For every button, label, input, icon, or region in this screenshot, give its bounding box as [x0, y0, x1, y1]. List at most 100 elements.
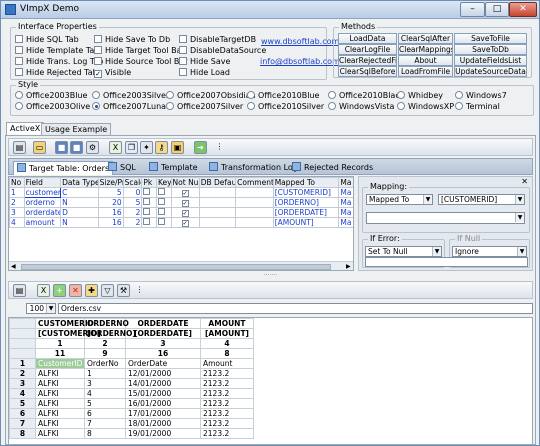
email-link[interactable]: info@dbsoftlab.com — [260, 57, 340, 66]
tab-target-table[interactable]: Target Table: Orders — [13, 161, 114, 175]
style-office2003blue-radio[interactable]: Office2003Blue — [15, 91, 87, 101]
col-header[interactable]: Ma — [338, 177, 353, 188]
open-folder-icon[interactable]: ▭ — [33, 141, 46, 154]
source-header-width[interactable]: 11 — [35, 348, 85, 359]
close-button[interactable]: ✕ — [509, 2, 537, 17]
key-icon[interactable]: ⚷ — [155, 141, 168, 154]
if-null-select[interactable]: Ignore ▼ — [452, 246, 527, 257]
table-row[interactable]: 2 orderno N 20 5 ✓ [ORDERNO] Ma — [9, 197, 353, 208]
mapping-type-select[interactable]: Mapped To ▼ — [366, 194, 433, 205]
col-header[interactable]: Pk — [141, 177, 157, 188]
mapping-expression-input[interactable]: ▼ — [366, 212, 525, 224]
source-header-map[interactable]: [AMOUNT] — [200, 328, 254, 339]
table-row[interactable]: 4 amount N 16 2 ✓ [AMOUNT] Ma — [9, 217, 353, 228]
hide-trans-log-tab-checkbox[interactable]: Hide Trans. Log Tab — [15, 57, 103, 67]
source-col-name[interactable]: OrderNo — [84, 358, 126, 369]
source-header-num[interactable]: 2 — [84, 338, 126, 349]
style-office2010silver-radio[interactable]: Office2010Silver — [247, 102, 324, 112]
source-header-map[interactable]: [ORDERDATE] — [125, 328, 201, 339]
tools-icon[interactable]: ⚒ — [117, 284, 130, 297]
table-row[interactable]: 3 ALFKI 3 14/01/2000 2123.2 — [9, 378, 254, 389]
style-office2003silver-radio[interactable]: Office2003Silver — [92, 91, 169, 101]
source-header-num[interactable]: 3 — [125, 338, 201, 349]
source-header-name[interactable]: AMOUNT — [200, 318, 254, 329]
settings-icon[interactable]: ⚙ — [86, 141, 99, 154]
visible-checkbox[interactable]: ✓ Visible — [94, 68, 131, 78]
source-header-width[interactable]: 8 — [200, 348, 254, 359]
wand-icon[interactable]: ✦ — [140, 141, 153, 154]
col-header[interactable]: Comments — [235, 177, 274, 188]
hide-save-checkbox[interactable]: Hide Save — [179, 57, 230, 67]
hide-save-to-db-checkbox[interactable]: Hide Save To Db — [94, 35, 170, 45]
style-windowsxp-radio[interactable]: WindowsXP — [397, 102, 454, 112]
hide-source-toolbar-checkbox[interactable]: Hide Source Tool Bar — [94, 57, 188, 67]
fields-hscrollbar[interactable]: ◀ ▶ — [9, 261, 353, 270]
update-source-data-button[interactable]: UpdateSourceData — [454, 66, 527, 77]
col-header[interactable]: Size/Pr — [97, 177, 124, 188]
save-to-db-button[interactable]: SaveToDb — [454, 44, 527, 55]
disable-target-db-checkbox[interactable]: DisableTargetDB — [179, 35, 256, 45]
save-to-file-button[interactable]: SaveToFile — [454, 33, 527, 44]
col-header[interactable]: Field — [23, 177, 62, 188]
pin-icon[interactable]: ✚ — [85, 284, 98, 297]
table-row[interactable]: 6 ALFKI 6 17/01/2000 2123.2 — [9, 408, 254, 419]
hide-load-checkbox[interactable]: Hide Load — [179, 68, 230, 78]
col-header[interactable]: Not Null — [170, 177, 200, 188]
run-arrow-icon[interactable]: ➜ — [194, 141, 207, 154]
hide-sql-tab-checkbox[interactable]: Hide SQL Tab — [15, 35, 79, 45]
website-link[interactable]: www.dbsoftlab.com — [261, 37, 339, 46]
tab-rejected-records[interactable]: Rejected Records — [292, 161, 373, 175]
col-header[interactable]: No — [9, 177, 25, 188]
source-overflow-icon[interactable]: ⋮ — [133, 284, 146, 297]
update-fields-list-button[interactable]: UpdateFieldsList — [454, 55, 527, 66]
save-icon[interactable]: ■ — [55, 141, 68, 154]
style-whidbey-radio[interactable]: Whidbey — [397, 91, 443, 101]
if-error-value-input[interactable] — [365, 257, 528, 267]
if-error-select[interactable]: Set To Null ▼ — [365, 246, 442, 257]
table-row[interactable]: 5 ALFKI 5 16/01/2000 2123.2 — [9, 398, 254, 409]
style-office2007luna-radio[interactable]: Office2007Luna — [92, 102, 166, 112]
source-header-num[interactable]: 1 — [35, 338, 85, 349]
save-db-icon[interactable]: ■ — [70, 141, 83, 154]
table-row[interactable]: 7 ALFKI 7 18/01/2000 2123.2 — [9, 418, 254, 429]
source-header-name[interactable]: ORDERNO — [84, 318, 129, 329]
add-icon[interactable]: + — [53, 284, 66, 297]
clear-log-file-button[interactable]: ClearLogFile — [338, 44, 397, 55]
filter-icon[interactable]: ▽ — [101, 284, 114, 297]
style-office2007silver-radio[interactable]: Office2007Silver — [166, 102, 243, 112]
clear-sql-before-button[interactable]: ClearSqlBefore — [338, 66, 397, 77]
hide-rejected-tab-checkbox[interactable]: Hide Rejected Tab — [15, 68, 98, 78]
properties-icon[interactable]: ▤ — [13, 141, 26, 154]
style-office2003olive-radio[interactable]: Office2003Olive — [15, 102, 90, 112]
maximize-button[interactable]: □ — [485, 2, 509, 17]
clear-rejected-file-button[interactable]: ClearRejectedFile — [338, 55, 397, 66]
style-office2007obsidian-radio[interactable]: Office2007Obsidian — [166, 91, 256, 101]
table-row[interactable]: 4 ALFKI 4 15/01/2000 2123.2 — [9, 388, 254, 399]
scroll-left-icon[interactable]: ◀ — [11, 263, 17, 270]
source-excel-icon[interactable]: X — [37, 284, 50, 297]
about-button[interactable]: About — [398, 55, 453, 66]
tab-transformation-log[interactable]: Transformation Log — [209, 161, 298, 175]
style-terminal-radio[interactable]: Terminal — [455, 102, 500, 112]
copy-icon[interactable]: ❐ — [125, 141, 138, 154]
tab-sql[interactable]: SQL — [108, 161, 136, 175]
collapse-panel-icon[interactable]: ✕ — [521, 177, 528, 186]
scrollbar-thumb[interactable] — [21, 264, 331, 270]
minimize-button[interactable]: – — [460, 2, 485, 17]
table-row[interactable]: 2 ALFKI 1 12/01/2000 2123.2 — [9, 368, 254, 379]
col-header[interactable]: DB Default — [198, 177, 237, 188]
table-row[interactable]: 3 orderdate D 16 2 ✓ [ORDERDATE] Ma — [9, 207, 353, 218]
source-header-name[interactable]: CUSTOMERID — [35, 318, 94, 329]
source-col-name[interactable]: Amount — [200, 358, 254, 369]
toolbar-overflow-icon[interactable]: ⋮ — [213, 141, 226, 154]
disable-data-source-checkbox[interactable]: DisableDataSource — [179, 46, 266, 56]
col-header[interactable]: Key — [155, 177, 172, 188]
source-header-width[interactable]: 16 — [125, 348, 201, 359]
table-row[interactable]: 8 ALFKI 8 19/01/2000 2123.2 — [9, 428, 254, 439]
hide-target-toolbar-checkbox[interactable]: Hide Target Tool Bar — [94, 46, 185, 56]
scroll-right-icon[interactable]: ▶ — [346, 263, 352, 270]
source-header-num[interactable]: 4 — [200, 338, 254, 349]
highlight-icon[interactable]: ▣ — [171, 141, 184, 154]
tab-template[interactable]: Template — [149, 161, 198, 175]
hide-template-tab-checkbox[interactable]: Hide Template Tab — [15, 46, 99, 56]
